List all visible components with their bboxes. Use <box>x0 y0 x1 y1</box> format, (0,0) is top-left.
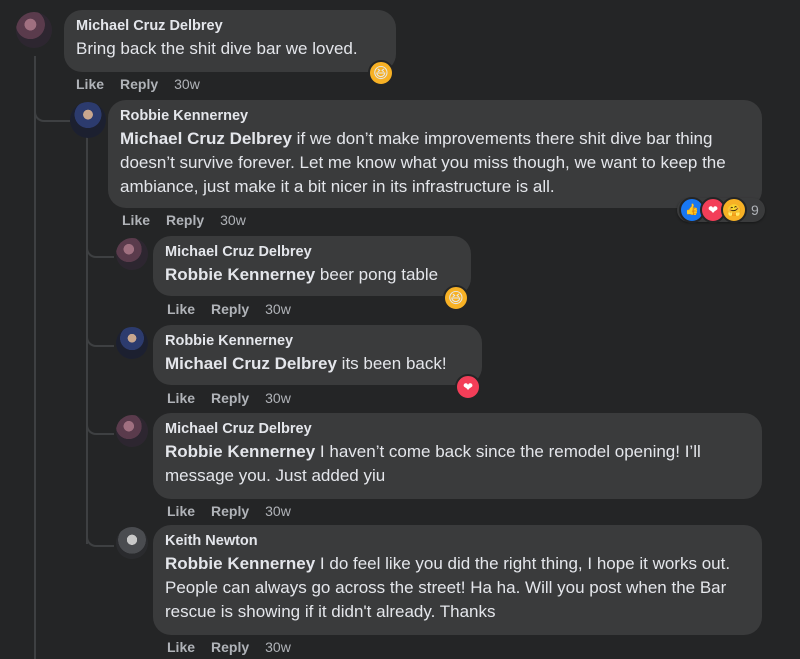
comment-bubble: Robbie Kennerney Michael Cruz Delbrey if… <box>108 100 762 208</box>
like-button[interactable]: Like <box>122 212 150 228</box>
reaction-count: 9 <box>751 202 759 218</box>
comment-text: Michael Cruz Delbrey its been back! <box>165 354 447 373</box>
timestamp[interactable]: 30w <box>265 639 291 655</box>
reaction-summary[interactable]: 👍 ❤ 🤗 9 <box>677 197 765 223</box>
timestamp[interactable]: 30w <box>265 301 291 317</box>
comment-bubble: Michael Cruz Delbrey Bring back the shit… <box>64 10 396 72</box>
thread-line <box>34 56 36 659</box>
reply-connector <box>86 236 114 258</box>
reply-button[interactable]: Reply <box>166 212 204 228</box>
love-reaction-icon[interactable]: ❤ <box>455 374 481 400</box>
mention-link[interactable]: Robbie Kennerney <box>165 442 315 461</box>
like-button[interactable]: Like <box>76 76 104 92</box>
avatar[interactable] <box>16 12 52 48</box>
comment-actions: Like Reply 30w <box>167 639 307 655</box>
reply-connector <box>86 325 114 347</box>
comment-actions: Like Reply 30w <box>76 76 216 92</box>
comment-bubble: Michael Cruz Delbrey Robbie Kennerney I … <box>153 413 762 499</box>
comment-author[interactable]: Michael Cruz Delbrey <box>165 244 459 260</box>
comment-text: Michael Cruz Delbrey if we don’t make im… <box>120 129 726 196</box>
avatar[interactable] <box>116 415 148 447</box>
reply-button[interactable]: Reply <box>211 503 249 519</box>
mention-link[interactable]: Robbie Kennerney <box>165 554 315 573</box>
comment-bubble: Keith Newton Robbie Kennerney I do feel … <box>153 525 762 635</box>
like-button[interactable]: Like <box>167 503 195 519</box>
mention-link[interactable]: Michael Cruz Delbrey <box>120 129 292 148</box>
like-button[interactable]: Like <box>167 639 195 655</box>
comment-author[interactable]: Michael Cruz Delbrey <box>165 421 750 437</box>
reply-button[interactable]: Reply <box>211 390 249 406</box>
reply-button[interactable]: Reply <box>211 639 249 655</box>
avatar[interactable] <box>116 527 148 559</box>
reply-button[interactable]: Reply <box>211 301 249 317</box>
comment-text: Bring back the shit dive bar we loved. <box>76 39 358 58</box>
comment-bubble: Robbie Kennerney Michael Cruz Delbrey it… <box>153 325 482 385</box>
avatar[interactable] <box>116 327 148 359</box>
comment-text: Robbie Kennerney I haven’t come back sin… <box>165 442 701 485</box>
reply-connector <box>86 413 114 435</box>
avatar[interactable] <box>116 238 148 270</box>
like-button[interactable]: Like <box>167 390 195 406</box>
timestamp[interactable]: 30w <box>265 390 291 406</box>
comment-author[interactable]: Robbie Kennerney <box>120 108 750 124</box>
timestamp[interactable]: 30w <box>220 212 246 228</box>
timestamp[interactable]: 30w <box>174 76 200 92</box>
comment-author[interactable]: Robbie Kennerney <box>165 333 470 349</box>
comment-text: Robbie Kennerney beer pong table <box>165 265 439 284</box>
reply-connector <box>34 100 70 122</box>
avatar[interactable] <box>70 102 106 138</box>
reply-button[interactable]: Reply <box>120 76 158 92</box>
haha-reaction-icon[interactable]: 😆 <box>368 60 394 86</box>
comment-actions: Like Reply 30w <box>167 503 307 519</box>
mention-link[interactable]: Robbie Kennerney <box>165 265 315 284</box>
care-reaction-icon: 🤗 <box>721 197 747 223</box>
comment-text: Robbie Kennerney I do feel like you did … <box>165 554 731 621</box>
comment-author[interactable]: Keith Newton <box>165 533 750 549</box>
haha-reaction-icon[interactable]: 😆 <box>443 285 469 311</box>
comment-author[interactable]: Michael Cruz Delbrey <box>76 18 384 34</box>
reply-connector <box>86 525 114 547</box>
comment-actions: Like Reply 30w <box>167 390 307 406</box>
comment-actions: Like Reply 30w <box>122 212 262 228</box>
comment-bubble: Michael Cruz Delbrey Robbie Kennerney be… <box>153 236 471 296</box>
like-button[interactable]: Like <box>167 301 195 317</box>
comment-actions: Like Reply 30w <box>167 301 307 317</box>
timestamp[interactable]: 30w <box>265 503 291 519</box>
mention-link[interactable]: Michael Cruz Delbrey <box>165 354 337 373</box>
